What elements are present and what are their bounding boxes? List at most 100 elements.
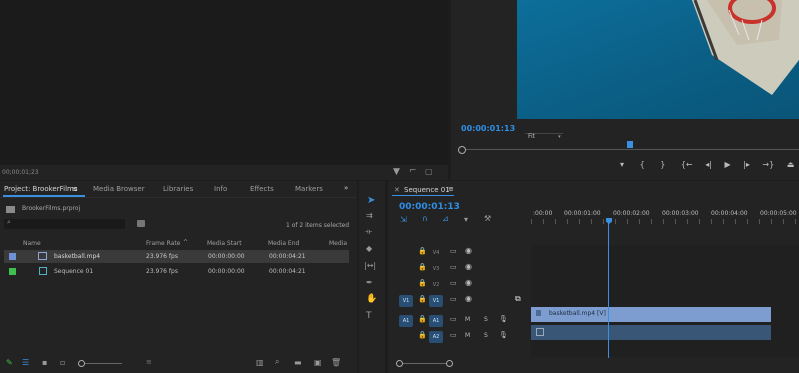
filter-icon[interactable]: ▼	[393, 167, 400, 177]
sync-lock-icon[interactable]: ▭	[450, 247, 457, 255]
sync-lock-icon[interactable]: ▭	[450, 315, 457, 323]
mute-button[interactable]: M	[465, 332, 470, 339]
column-frame-rate[interactable]: Frame Rate	[146, 240, 180, 247]
new-bin-from-search-icon[interactable]	[137, 220, 145, 227]
snap-icon[interactable]: ∩	[422, 214, 428, 223]
ripple-edit-tool-icon[interactable]: ⟛	[365, 227, 372, 237]
label-color-swatch[interactable]	[9, 253, 16, 260]
column-media-end[interactable]: Media End	[268, 240, 299, 247]
program-time-ruler[interactable]	[459, 149, 799, 150]
add-marker-icon[interactable]: ▾	[620, 160, 624, 169]
automate-to-sequence-icon[interactable]: ▥	[256, 358, 264, 367]
track-select-tool-icon[interactable]: ⇉	[366, 211, 373, 220]
sync-lock-icon[interactable]: ▭	[450, 295, 457, 303]
tab-menu-icon[interactable]: ≡	[448, 185, 454, 193]
sync-lock-icon[interactable]: ▭	[450, 263, 457, 271]
lock-icon[interactable]: 🔒	[418, 295, 427, 303]
sequence-tab[interactable]: Sequence 01	[404, 186, 450, 194]
go-to-out-icon[interactable]: →}	[762, 160, 774, 169]
mark-in-icon[interactable]: {	[640, 160, 645, 169]
eye-icon[interactable]: ◉	[465, 278, 472, 287]
timeline-settings-icon[interactable]: ⚒	[484, 214, 491, 223]
linked-selection-icon[interactable]: ⊿	[442, 214, 449, 223]
track-label[interactable]: A2	[429, 331, 443, 343]
find-icon[interactable]: ⌕	[275, 357, 279, 367]
sync-lock-icon[interactable]: ▭	[450, 331, 457, 339]
header-scroll-handle-right[interactable]	[446, 360, 453, 367]
pen-tool-icon[interactable]: ✒	[366, 278, 373, 287]
icon-view-icon[interactable]: ▪	[42, 358, 47, 367]
header-scrollbar[interactable]	[396, 363, 448, 364]
column-media-duration[interactable]: Media	[329, 240, 347, 247]
table-row[interactable]: basketball.mp4 23.976 fps 00:00:00:00 00…	[4, 250, 349, 263]
source-patch-toggle[interactable]	[399, 263, 413, 275]
zoom-slider-handle[interactable]	[78, 360, 85, 367]
audio-clip[interactable]	[531, 325, 771, 340]
lock-icon[interactable]: 🔒	[418, 263, 427, 271]
source-patch-toggle[interactable]: A1	[399, 315, 413, 327]
tab-project[interactable]: Project: BrookerFilms	[4, 185, 78, 193]
lock-icon[interactable]: 🔒	[418, 331, 427, 339]
step-forward-icon[interactable]: |▸	[743, 160, 750, 169]
playhead-line[interactable]	[608, 223, 609, 358]
eye-icon[interactable]: ◉	[465, 246, 472, 255]
source-patch-toggle[interactable]: V1	[399, 295, 413, 307]
pencil-icon[interactable]: ✎	[6, 358, 13, 367]
lock-icon[interactable]: 🔒	[418, 315, 427, 323]
track-label[interactable]: V2	[429, 279, 443, 291]
track-label[interactable]: V3	[429, 263, 443, 275]
list-view-icon[interactable]: ☰	[22, 358, 29, 367]
microphone-icon[interactable]: 🎙	[499, 315, 508, 323]
table-row[interactable]: Sequence 01 23.976 fps 00:00:00:00 00:00…	[4, 265, 349, 278]
settings-wrench-icon[interactable]: ⌐	[409, 166, 417, 176]
solo-button[interactable]: S	[484, 316, 488, 323]
source-timecode[interactable]: 00;00;01;23	[2, 169, 39, 176]
timeline-timecode[interactable]: 00:00:01:13	[399, 202, 460, 212]
eye-icon[interactable]: ◉	[465, 294, 472, 303]
nest-icon[interactable]: ⇲	[400, 215, 407, 224]
tab-effects[interactable]: Effects	[250, 185, 274, 193]
slip-tool-icon[interactable]: |↔|	[364, 261, 376, 270]
track-label[interactable]: A1	[429, 315, 443, 327]
clear-icon[interactable]: 🗑	[331, 358, 341, 367]
lock-icon[interactable]: 🔒	[418, 247, 427, 255]
razor-tool-icon[interactable]: ◆	[366, 244, 372, 253]
search-input[interactable]: ⌕	[4, 218, 125, 229]
tab-libraries[interactable]: Libraries	[163, 185, 193, 193]
solo-button[interactable]: S	[484, 332, 488, 339]
tab-menu-icon[interactable]: ≡	[72, 185, 78, 193]
zoom-scroll-handle[interactable]	[458, 146, 466, 154]
track-label[interactable]: V1	[429, 295, 443, 307]
microphone-icon[interactable]: 🎙	[499, 331, 508, 339]
source-monitor-viewer[interactable]	[0, 0, 448, 165]
play-icon[interactable]: ▶	[724, 160, 730, 169]
lock-icon[interactable]: 🔒	[418, 279, 427, 287]
lift-icon[interactable]: ⏏	[787, 160, 795, 169]
new-bin-icon[interactable]: ▬	[294, 358, 302, 367]
selection-tool-icon[interactable]: ➤	[367, 195, 375, 206]
video-clip[interactable]: basketball.mp4 [V]	[531, 307, 771, 322]
time-ruler[interactable]: :00:00 00:00:01:00 00:00:02:00 00:00:03:…	[531, 208, 799, 224]
source-patch-toggle[interactable]	[399, 279, 413, 291]
hand-tool-icon[interactable]: ✋	[366, 294, 377, 304]
mark-out-icon[interactable]: }	[660, 160, 665, 169]
tab-info[interactable]: Info	[214, 185, 227, 193]
track-label[interactable]: V4	[429, 247, 443, 259]
column-media-start[interactable]: Media Start	[207, 240, 242, 247]
new-item-icon[interactable]: ▣	[314, 358, 322, 367]
program-playhead[interactable]	[627, 141, 633, 148]
tab-markers[interactable]: Markers	[295, 185, 323, 193]
label-color-swatch[interactable]	[9, 268, 16, 275]
step-back-icon[interactable]: ◂|	[705, 160, 712, 169]
export-frame-icon[interactable]: ▢	[425, 167, 433, 176]
eye-icon[interactable]: ◉	[465, 262, 472, 271]
header-scroll-handle-left[interactable]	[396, 360, 403, 367]
tab-media-browser[interactable]: Media Browser	[93, 185, 145, 193]
track-area[interactable]	[531, 245, 799, 357]
column-name[interactable]: Name	[23, 240, 41, 247]
sync-lock-icon[interactable]: ▭	[450, 279, 457, 287]
sort-icons-icon[interactable]: ≡	[146, 358, 152, 366]
tab-overflow-icon[interactable]: »	[344, 184, 348, 192]
mute-button[interactable]: M	[465, 316, 470, 323]
source-patch-toggle[interactable]	[399, 247, 413, 259]
